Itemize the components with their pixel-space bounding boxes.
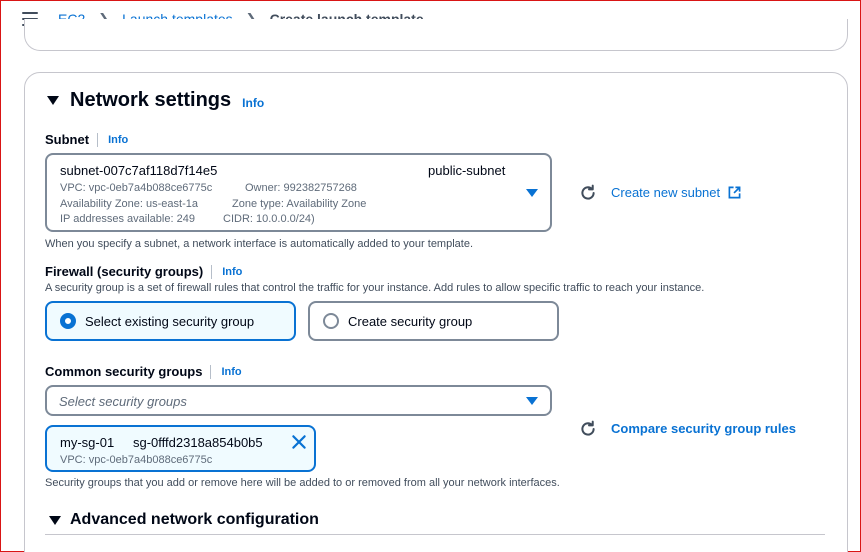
caret-down-icon [526, 397, 538, 405]
firewall-label-row: Firewall (security groups) Info [45, 264, 242, 279]
subnet-label-row: Subnet Info [45, 132, 128, 147]
subnet-cidr: CIDR: 10.0.0.0/24) [223, 213, 315, 225]
radio-unselected-icon[interactable] [323, 313, 339, 329]
radio-select-existing-security-group[interactable]: Select existing security group [45, 301, 296, 341]
network-settings-header[interactable]: Network settings Info [47, 89, 264, 112]
token-sg-id: sg-0fffd2318a854b0b5 [133, 435, 263, 450]
subnet-description: When you specify a subnet, a network int… [45, 238, 474, 250]
caret-down-icon [526, 189, 538, 197]
subnet-label: Subnet [45, 132, 90, 147]
radio-label: Select existing security group [85, 313, 255, 329]
create-new-subnet-label: Create new subnet [611, 185, 721, 200]
caret-down-icon[interactable] [47, 96, 59, 105]
radio-create-security-group[interactable]: Create security group [308, 301, 559, 341]
subnet-owner: Owner: 992382757268 [245, 182, 357, 194]
subnet-select[interactable]: subnet-007c7af118d7f14e5 public-subnet V… [45, 153, 552, 232]
radio-selected-icon[interactable] [60, 313, 76, 329]
subnet-name: public-subnet [428, 163, 506, 178]
firewall-label: Firewall (security groups) [45, 264, 204, 279]
token-sg-name: my-sg-01 [60, 435, 115, 450]
firewall-info-link[interactable]: Info [222, 266, 242, 278]
common-sg-info-link[interactable]: Info [221, 366, 241, 378]
create-new-subnet-link[interactable]: Create new subnet [611, 185, 741, 200]
caret-down-icon[interactable] [49, 515, 61, 525]
divider [45, 534, 825, 535]
security-groups-select[interactable]: Select security groups [45, 385, 552, 416]
section-title: Network settings [70, 89, 232, 111]
info-link[interactable]: Info [242, 96, 264, 110]
subnet-info-link[interactable]: Info [108, 134, 128, 146]
security-groups-placeholder: Select security groups [59, 394, 187, 409]
divider [211, 264, 213, 279]
divider [97, 132, 99, 147]
compare-security-group-rules-link[interactable]: Compare security group rules [611, 421, 796, 436]
security-group-token: my-sg-01 sg-0fffd2318a854b0b5 VPC: vpc-0… [45, 425, 316, 472]
subnet-ips: IP addresses available: 249 [60, 213, 195, 225]
close-icon[interactable] [290, 433, 308, 451]
subnet-id: subnet-007c7af118d7f14e5 [60, 163, 218, 178]
subnet-vpc: VPC: vpc-0eb7a4b088ce6775c [60, 182, 213, 194]
refresh-icon[interactable] [579, 184, 597, 202]
common-sg-label: Common security groups [45, 364, 203, 379]
common-sg-label-row: Common security groups Info [45, 364, 242, 379]
advanced-title: Advanced network configuration [70, 511, 319, 528]
token-sg-vpc: VPC: vpc-0eb7a4b088ce6775c [60, 454, 213, 466]
refresh-icon[interactable] [579, 420, 597, 438]
subnet-az: Availability Zone: us-east-1a [60, 198, 198, 210]
previous-section-card [24, 19, 848, 51]
divider [210, 364, 212, 379]
firewall-description: A security group is a set of firewall ru… [45, 282, 705, 294]
advanced-network-configuration-header[interactable]: Advanced network configuration [49, 511, 319, 529]
common-sg-description: Security groups that you add or remove h… [45, 477, 560, 489]
radio-label: Create security group [348, 313, 473, 329]
subnet-zone-type: Zone type: Availability Zone [232, 198, 367, 210]
external-link-icon [728, 186, 741, 199]
